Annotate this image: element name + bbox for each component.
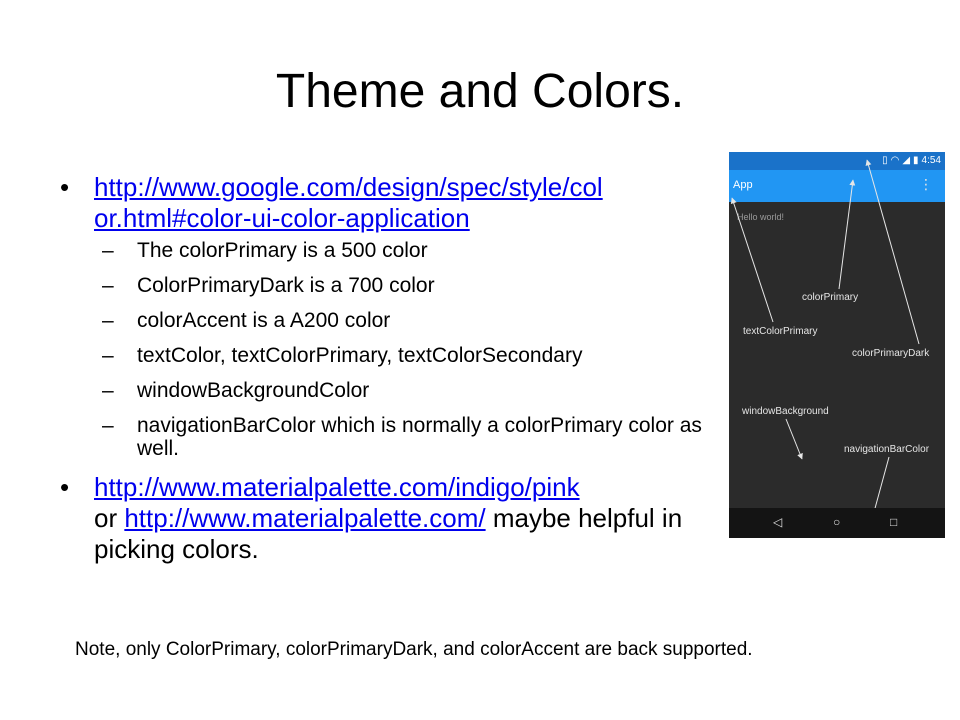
google-design-spec-link[interactable]: http://www.google.com/design/spec/style/… (94, 172, 603, 233)
sub-item-text: colorAccent is a A200 color (137, 309, 391, 332)
slide-title: Theme and Colors. (275, 65, 685, 118)
sub-item: – ColorPrimaryDark is a 700 color (60, 274, 712, 297)
bullet-icon: • (60, 472, 70, 502)
bullet-icon: • (60, 172, 70, 202)
sub-item: – textColor, textColorPrimary, textColorS… (60, 344, 712, 367)
sub-item-text: windowBackgroundColor (137, 379, 370, 402)
color-sub-list: – The colorPrimary is a 500 color – ColorP… (60, 239, 712, 460)
recents-nav-icon[interactable]: □ (890, 515, 897, 529)
sub-item-text: ColorPrimaryDark is a 700 color (137, 274, 435, 297)
sub-item: – The colorPrimary is a 500 color (60, 239, 712, 262)
sub-item: – windowBackgroundColor (60, 379, 712, 402)
back-nav-icon[interactable]: ◁ (773, 515, 782, 529)
arrow-window-background (785, 418, 803, 460)
dash-icon: – (102, 309, 114, 332)
slide-content: • http://www.google.com/design/spec/styl… (60, 172, 712, 565)
dash-icon: – (102, 414, 114, 437)
sub-item: – navigationBarColor which is normally a … (60, 414, 712, 460)
link-line-2: or.html#color-ui-color-application (94, 203, 470, 233)
or-text: or (94, 503, 125, 533)
annotation-arrows (730, 159, 920, 524)
sub-item-text: textColor, textColorPrimary, textColorSe… (137, 344, 583, 367)
link-line-1: http://www.google.com/design/spec/style/… (94, 172, 603, 202)
sub-item-text: navigationBarColor which is normally a c… (137, 414, 702, 460)
material-palette-indigo-link[interactable]: http://www.materialpalette.com/indigo/pi… (94, 472, 580, 502)
material-palette-link[interactable]: http://www.materialpalette.com/ (124, 503, 485, 533)
dash-icon: – (102, 239, 114, 262)
bullet-google-spec: • http://www.google.com/design/spec/styl… (60, 172, 712, 234)
arrow-text-color-primary (730, 197, 774, 323)
android-screenshot: ▯ ◠ ◢ ▮ 4:54 App ⋮ Hello world! colorPrimary… (729, 152, 945, 538)
back-support-note: Note, only ColorPrimary, colorPrimaryDar… (75, 639, 753, 660)
bullet-material-palette: • http://www.materialpalette.com/indigo/… (60, 472, 712, 565)
home-nav-icon[interactable]: ○ (833, 515, 840, 529)
navigation-bar: ◁ ○ □ (729, 508, 945, 538)
sub-item: – colorAccent is a A200 color (60, 309, 712, 332)
dash-icon: – (102, 379, 114, 402)
arrow-color-primary (838, 179, 856, 290)
sub-item-text: The colorPrimary is a 500 color (137, 239, 428, 262)
dash-icon: – (102, 344, 114, 367)
arrow-color-primary-dark (865, 159, 920, 345)
dash-icon: – (102, 274, 114, 297)
